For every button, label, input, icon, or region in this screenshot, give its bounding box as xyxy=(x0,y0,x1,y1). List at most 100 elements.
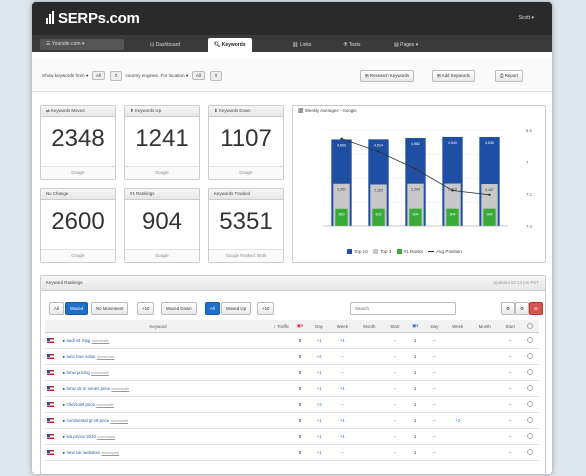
url-link[interactable]: /some/path xyxy=(101,451,119,455)
cell-kw: ▸ audi s4 mpg /some/path xyxy=(61,332,255,349)
keyword-rankings-panel: Keyword Rankings Updated 02:13 pm PST All… xyxy=(40,275,546,474)
tab-pages[interactable]: ▤ Pages ▾ xyxy=(388,38,424,52)
cell-select[interactable] xyxy=(521,364,539,381)
location-select[interactable]: All xyxy=(191,71,205,80)
cell-g-day: +1 xyxy=(308,364,330,381)
cell-select[interactable] xyxy=(521,396,539,413)
filter-plus10-button[interactable]: +10 xyxy=(137,302,155,315)
keyword-link[interactable]: new car websites xyxy=(66,450,100,455)
select-all-checkbox[interactable] xyxy=(527,322,534,329)
user-menu[interactable]: Scott ▾ xyxy=(519,15,534,21)
keyword-link[interactable]: continental gt v8 price xyxy=(66,418,109,423)
cell-b-month xyxy=(470,380,499,397)
research-keywords-button[interactable]: ⊞ Research Keywords xyxy=(360,70,415,82)
col-g-day[interactable]: Day xyxy=(308,320,330,333)
url-link[interactable]: /some/path xyxy=(97,355,115,359)
filter-all-up-button[interactable]: All xyxy=(205,302,220,315)
data-label: 4,636 xyxy=(485,141,494,145)
add-keywords-button[interactable]: ⊞ Add Keywords xyxy=(432,70,475,82)
keyword-link[interactable]: kia prices 2010 xyxy=(66,434,96,439)
filter-all-button[interactable]: All xyxy=(49,302,64,315)
table-row: ▸ chevrolet price /some/path 5 +3 -- -- 1 -- -- xyxy=(45,396,539,413)
cell-flag xyxy=(45,412,61,429)
keyword-link[interactable]: audi s4 mpg xyxy=(66,338,90,343)
cell-select[interactable] xyxy=(521,380,539,397)
expand-icon[interactable]: ▸ xyxy=(63,450,65,455)
col-b-start[interactable]: Start xyxy=(498,320,522,333)
filter-moved-button[interactable]: Moved xyxy=(65,302,89,315)
filter-no-movement-button[interactable]: No Movement xyxy=(91,302,129,315)
col-g-month[interactable]: Month xyxy=(355,320,384,333)
cell-select[interactable] xyxy=(521,332,539,349)
col-g-week[interactable]: Week xyxy=(329,320,356,333)
expand-icon[interactable]: ▸ xyxy=(63,370,65,375)
filter-moved-up-button[interactable]: Moved Up xyxy=(221,302,252,315)
gear-icon[interactable]: ⚙ xyxy=(515,302,529,315)
cell-bing-rank: 1 xyxy=(406,364,425,381)
stat-footer: Google xyxy=(125,166,199,179)
delete-icon[interactable]: ⊖ xyxy=(529,302,543,315)
row-checkbox[interactable] xyxy=(527,433,534,439)
col-b-week[interactable]: Week xyxy=(444,320,471,333)
cell-select[interactable] xyxy=(521,444,539,461)
url-link[interactable]: /some/path xyxy=(111,387,129,391)
cell-kw: ▸ continental gt v8 price /some/path xyxy=(61,412,255,429)
data-label: 904 xyxy=(413,213,419,217)
cell-bing-rank: 1 xyxy=(406,348,425,365)
url-link[interactable]: /some/path xyxy=(92,339,110,343)
cell-g-start: -- xyxy=(383,444,407,461)
url-link[interactable]: /some/path xyxy=(96,403,114,407)
expand-icon[interactable]: ▸ xyxy=(63,386,65,391)
row-checkbox[interactable] xyxy=(527,401,534,407)
cell-b-week xyxy=(444,332,471,349)
site-select[interactable]: ☰ Yoursite.com ▾ xyxy=(40,39,124,50)
cell-select[interactable] xyxy=(521,428,539,445)
cell-flag xyxy=(45,348,61,365)
expand-icon[interactable]: ▸ xyxy=(63,338,65,343)
cell-google-rank: 5 xyxy=(291,380,309,397)
logo[interactable]: SERPs.com xyxy=(46,10,140,28)
keyword-link[interactable]: auto true value xyxy=(66,354,95,359)
url-link[interactable]: /some/path xyxy=(110,419,128,423)
filter-moved-down-button[interactable]: Moved Down xyxy=(161,302,197,315)
url-link[interactable]: /some/path xyxy=(91,371,109,375)
row-checkbox[interactable] xyxy=(527,337,534,343)
engine-select[interactable]: All xyxy=(91,71,106,80)
row-checkbox[interactable] xyxy=(527,385,534,391)
col-traffic[interactable]: ↕ Traffic xyxy=(255,320,291,333)
expand-icon[interactable]: ▸ xyxy=(63,434,65,439)
filter-plus10-up-button[interactable]: +10 xyxy=(257,302,275,315)
row-checkbox[interactable] xyxy=(527,417,534,423)
tab-dashboard[interactable]: ⊡ Dashboard xyxy=(144,38,186,52)
tab-links[interactable]: ⛓ Links xyxy=(286,38,317,52)
table-row: ▸ bmw pricing /some/path 5 +1 -- -- 1 -- -- xyxy=(45,364,539,381)
legend-swatch xyxy=(396,249,402,254)
cell-google-rank: 5 xyxy=(291,332,309,349)
cell-select[interactable] xyxy=(521,348,539,365)
url-link[interactable]: /some/path xyxy=(97,435,115,439)
keyword-search-input[interactable]: Search xyxy=(350,302,456,315)
tab-tests[interactable]: ⚗ Tests xyxy=(337,38,366,52)
expand-icon[interactable]: ▸ xyxy=(63,402,65,407)
col-b-month[interactable]: Month xyxy=(470,320,499,333)
expand-icon[interactable]: ▸ xyxy=(63,354,65,359)
expand-icon[interactable]: ▸ xyxy=(63,418,65,423)
cell-b-day: -- xyxy=(424,396,445,413)
location-select-arrow[interactable]: ⇕ xyxy=(210,71,223,81)
keyword-link[interactable]: bmw pricing xyxy=(66,370,89,375)
cell-select[interactable] xyxy=(521,412,539,429)
row-checkbox[interactable] xyxy=(527,353,534,359)
row-checkbox[interactable] xyxy=(527,449,534,455)
tab-keywords[interactable]: 🔍︎ Keywords xyxy=(208,38,252,52)
keyword-link[interactable]: chevrolet price xyxy=(66,402,95,407)
col-b-day[interactable]: Day xyxy=(424,320,445,333)
settings-icon[interactable]: ⚙ xyxy=(501,302,515,315)
avg-position-point xyxy=(488,193,491,196)
report-button[interactable]: ⎙ Report xyxy=(495,70,523,82)
engine-select-arrow[interactable]: ⇕ xyxy=(110,71,123,81)
col-keyword[interactable]: Keyword xyxy=(61,320,255,333)
col-g-start[interactable]: Start xyxy=(383,320,407,333)
keyword-link[interactable]: bmw x5 m series price xyxy=(66,386,110,391)
cell-kw: ▸ chevrolet price /some/path xyxy=(61,396,255,413)
row-checkbox[interactable] xyxy=(527,369,534,375)
